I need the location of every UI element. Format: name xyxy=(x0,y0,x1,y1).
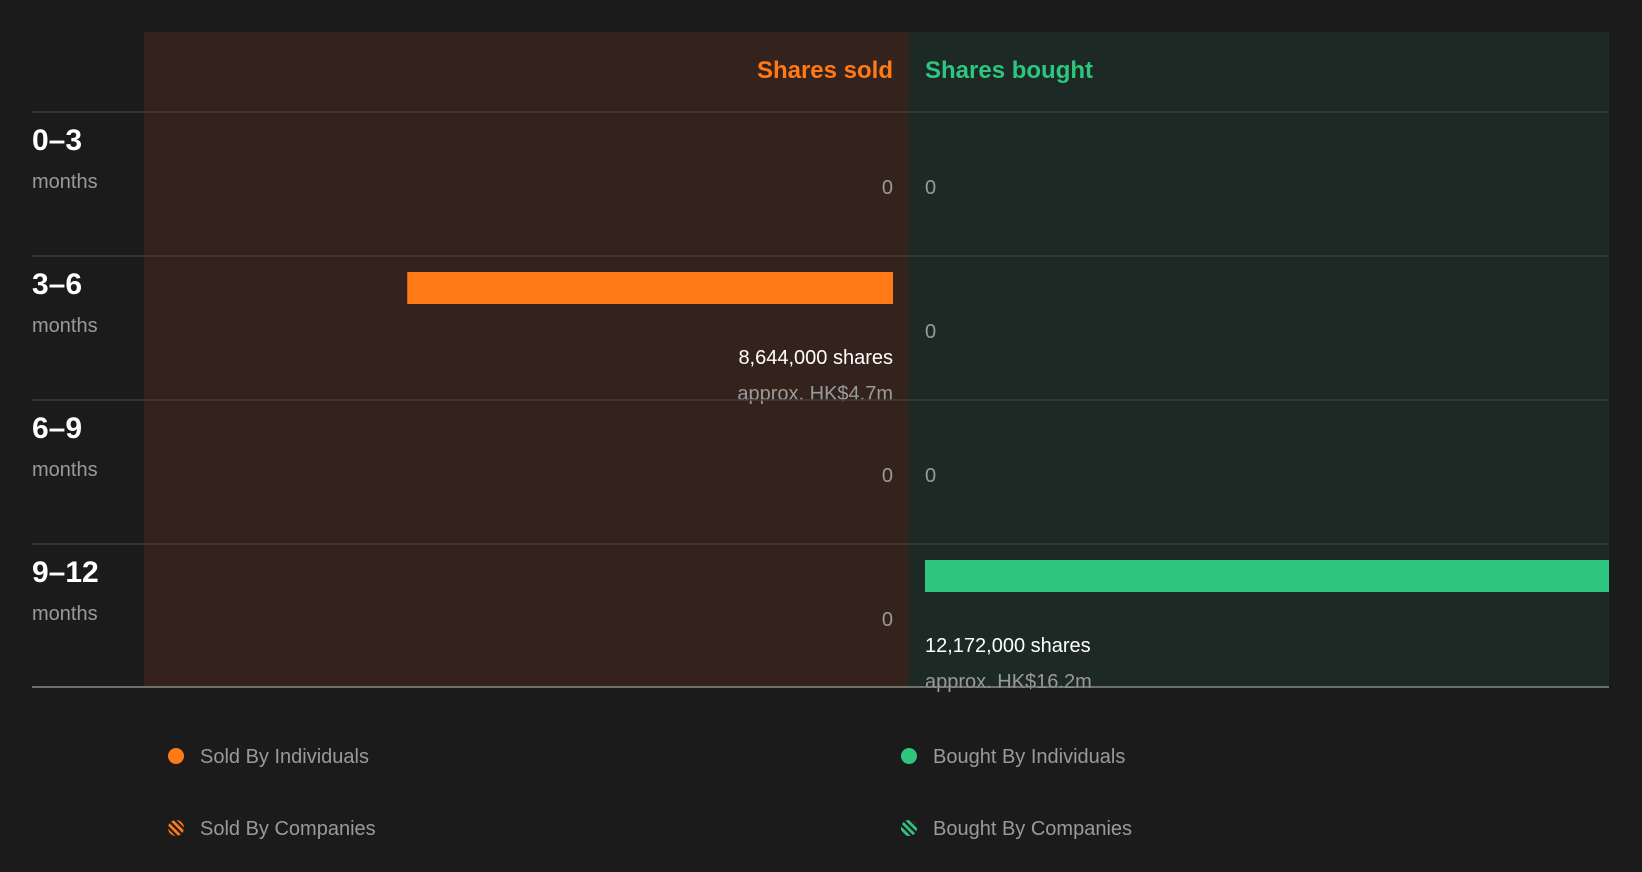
legend-swatch-sold-by-companies xyxy=(168,820,184,836)
period-label: 3–6 xyxy=(32,268,82,301)
legend-swatch-bought-by-companies xyxy=(901,820,917,836)
legend-label-bought-by-individuals: Bought By Individuals xyxy=(933,746,1125,768)
legend-label-sold-by-individuals: Sold By Individuals xyxy=(200,746,369,768)
period-label: 0–3 xyxy=(32,124,82,157)
sold-shares-label: 8,644,000 shares xyxy=(738,347,893,369)
bought-approx-label: approx. HK$16.2m xyxy=(925,671,1092,693)
period-unit: months xyxy=(32,171,98,193)
legend: Sold By Individuals Bought By Individuals… xyxy=(168,746,1132,840)
sold-zero-label: 0 xyxy=(882,177,893,199)
bought-zero-label: 0 xyxy=(925,177,936,199)
bought-bar xyxy=(925,560,1609,592)
bought-header: Shares bought xyxy=(925,57,1093,84)
legend-label-bought-by-companies: Bought By Companies xyxy=(933,818,1132,840)
bought-zero-label: 0 xyxy=(925,465,936,487)
legend-swatch-sold-by-individuals xyxy=(168,748,184,764)
sold-zero-label: 0 xyxy=(882,609,893,631)
period-label: 6–9 xyxy=(32,412,82,445)
legend-swatch-bought-by-individuals xyxy=(901,748,917,764)
bought-shares-label: 12,172,000 shares xyxy=(925,635,1091,657)
period-unit: months xyxy=(32,315,98,337)
sold-header: Shares sold xyxy=(757,57,893,84)
period-label: 9–12 xyxy=(32,556,99,589)
sold-approx-label: approx. HK$4.7m xyxy=(737,383,893,405)
sold-bar xyxy=(407,272,893,304)
bought-zero-label: 0 xyxy=(925,321,936,343)
period-unit: months xyxy=(32,459,98,481)
insider-trading-chart: Shares sold Shares bought 0–3 months 0 0 3–6… xyxy=(32,32,1609,840)
sold-zero-label: 0 xyxy=(882,465,893,487)
legend-label-sold-by-companies: Sold By Companies xyxy=(200,818,376,840)
period-unit: months xyxy=(32,603,98,625)
